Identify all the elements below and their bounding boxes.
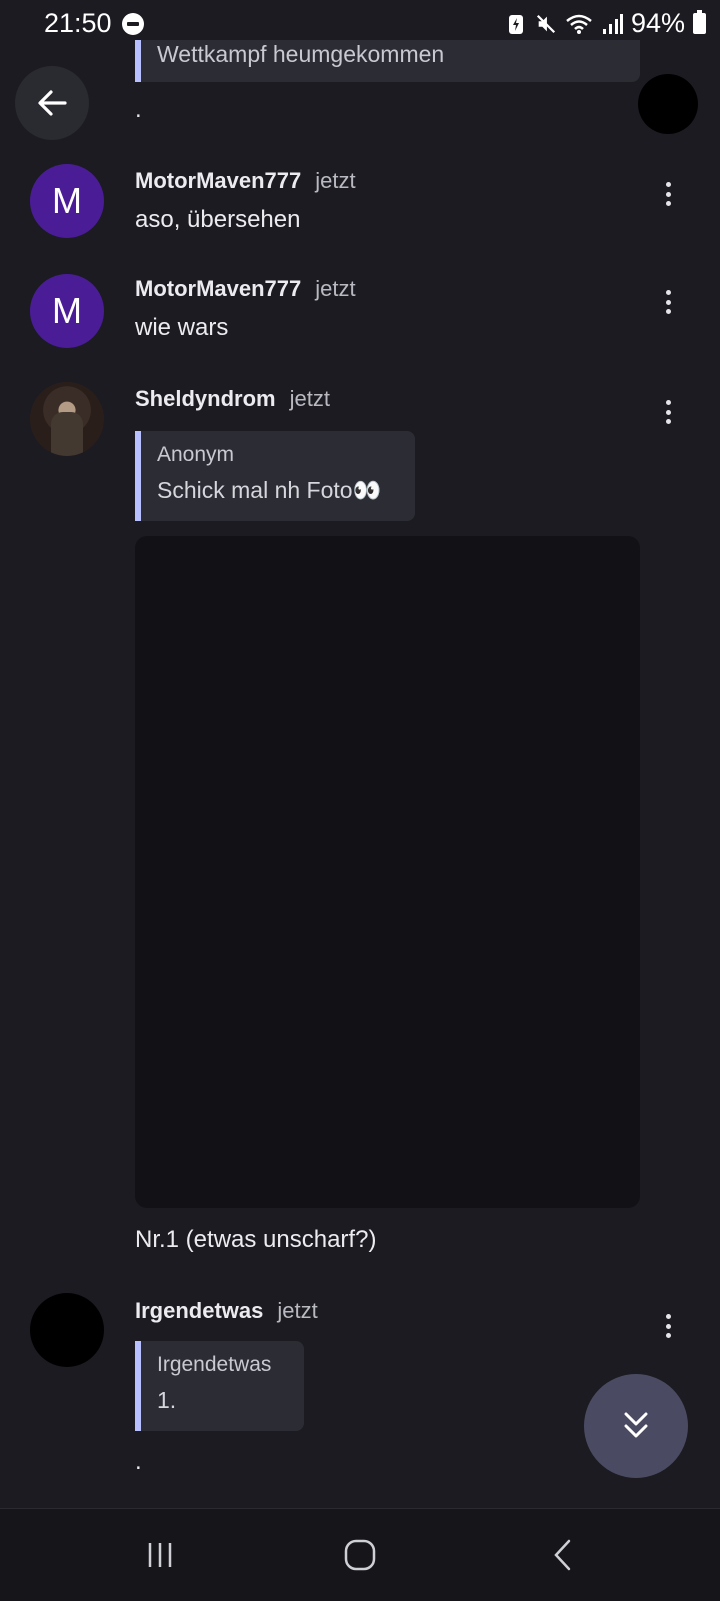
more-vert-icon xyxy=(665,400,671,405)
recents-button[interactable] xyxy=(140,1535,180,1575)
mute-icon xyxy=(536,14,556,33)
author-name[interactable]: Sheldyndrom xyxy=(135,386,276,411)
battery-percent: 94% xyxy=(630,8,685,38)
reply-text: 1. xyxy=(157,1387,177,1413)
author-name[interactable]: Irgendetwas xyxy=(135,1298,263,1323)
image-attachment[interactable] xyxy=(135,536,640,1208)
avatar[interactable] xyxy=(30,382,104,456)
author-line: Sheldyndrom jetzt xyxy=(135,386,330,412)
more-options-button[interactable] xyxy=(657,1308,679,1344)
more-vert-icon xyxy=(665,1314,671,1319)
timestamp: jetzt xyxy=(289,386,330,411)
author-line: MotorMaven777 jetzt xyxy=(135,276,356,302)
avatar[interactable] xyxy=(30,1293,104,1367)
home-icon xyxy=(344,1539,376,1571)
avatar[interactable]: M xyxy=(30,274,104,348)
scroll-to-bottom-button[interactable] xyxy=(584,1374,688,1478)
author-line: Irgendetwas jetzt xyxy=(135,1298,318,1324)
system-nav-bar xyxy=(0,1508,720,1601)
double-chevron-down-icon xyxy=(624,1412,648,1438)
battery-saver-icon xyxy=(508,14,523,34)
message-text: . xyxy=(135,96,142,123)
timestamp: jetzt xyxy=(277,1298,318,1323)
back-button[interactable] xyxy=(15,66,89,140)
wifi-icon xyxy=(566,14,592,34)
recents-icon xyxy=(148,1543,172,1567)
message-text: aso, übersehen xyxy=(135,206,301,233)
more-options-button[interactable] xyxy=(657,176,679,212)
author-line: MotorMaven777 jetzt xyxy=(135,168,356,194)
message-text: Nr.1 (etwas unscharf?) xyxy=(135,1226,377,1253)
home-button[interactable] xyxy=(340,1535,380,1575)
reply-quote[interactable]: Wettkampf heumgekommen xyxy=(135,40,640,82)
message-text: wie wars xyxy=(135,314,229,341)
reply-quote[interactable]: Irgendetwas 1. xyxy=(135,1341,304,1431)
author-name[interactable]: MotorMaven777 xyxy=(135,168,301,193)
more-options-button[interactable] xyxy=(657,394,679,430)
do-not-disturb-icon xyxy=(122,13,144,35)
reply-author: Irgendetwas xyxy=(157,1353,272,1376)
more-vert-icon xyxy=(665,182,671,187)
timestamp: jetzt xyxy=(315,276,356,301)
battery-icon xyxy=(693,10,706,34)
more-options-button[interactable] xyxy=(657,284,679,320)
back-nav-icon xyxy=(554,1539,571,1571)
reply-author: Anonym xyxy=(157,443,235,466)
reply-quote-text: Wettkampf heumgekommen xyxy=(157,41,445,67)
avatar[interactable]: M xyxy=(30,164,104,238)
back-nav-button[interactable] xyxy=(543,1535,583,1575)
reply-quote[interactable]: Anonym Schick mal nh Foto👀 xyxy=(135,431,415,521)
profile-avatar[interactable] xyxy=(638,74,698,134)
author-name[interactable]: MotorMaven777 xyxy=(135,276,301,301)
timestamp: jetzt xyxy=(315,168,356,193)
message-text: . xyxy=(135,1448,142,1475)
reply-text: Schick mal nh Foto👀 xyxy=(157,477,382,503)
arrow-left-icon xyxy=(38,90,67,116)
status-time: 21:50 xyxy=(44,8,112,38)
more-vert-icon xyxy=(665,290,671,295)
signal-icon xyxy=(602,13,623,34)
